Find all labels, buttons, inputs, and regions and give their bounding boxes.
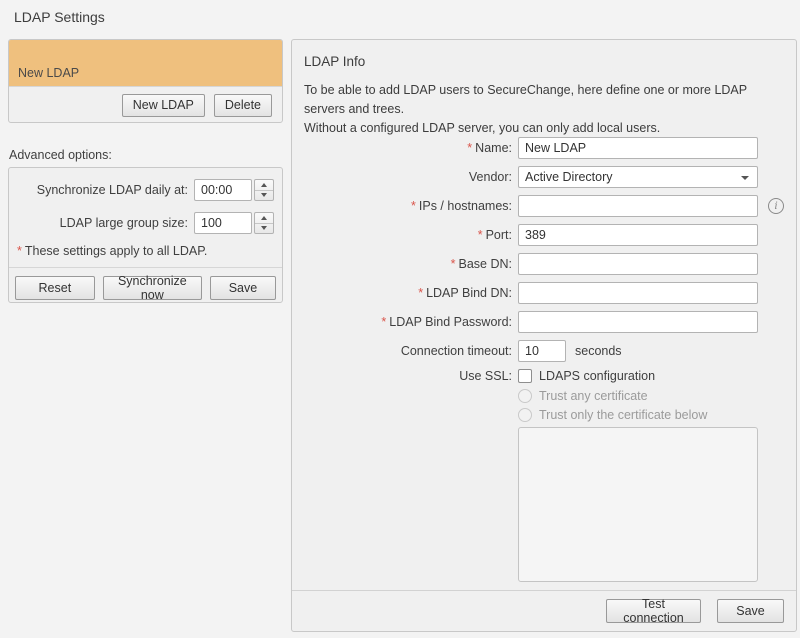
required-asterisk: * bbox=[381, 315, 386, 329]
spinner-down-icon[interactable] bbox=[255, 191, 273, 201]
bind-password-label: *LDAP Bind Password: bbox=[292, 315, 512, 329]
ldap-list-item-selected[interactable]: New LDAP bbox=[9, 40, 282, 86]
timeout-input[interactable] bbox=[518, 340, 566, 362]
chevron-down-icon bbox=[741, 176, 749, 180]
bind-dn-label: *LDAP Bind DN: bbox=[292, 286, 512, 300]
base-dn-input[interactable] bbox=[518, 253, 758, 275]
delete-ldap-button[interactable]: Delete bbox=[214, 94, 272, 117]
reset-button[interactable]: Reset bbox=[15, 276, 95, 300]
bind-dn-row: *LDAP Bind DN: bbox=[292, 282, 796, 304]
required-asterisk: * bbox=[451, 257, 456, 271]
spinner-up-icon[interactable] bbox=[255, 180, 273, 191]
ldap-info-title: LDAP Info bbox=[304, 54, 365, 69]
ldap-info-save-button[interactable]: Save bbox=[717, 599, 784, 623]
advanced-options-title: Advanced options: bbox=[9, 148, 112, 162]
ips-row: *IPs / hostnames: i bbox=[292, 195, 796, 217]
sync-daily-input[interactable] bbox=[194, 179, 252, 201]
ldap-info-description: To be able to add LDAP users to SecureCh… bbox=[304, 81, 790, 137]
required-asterisk: * bbox=[418, 286, 423, 300]
synchronize-now-button[interactable]: Synchronize now bbox=[103, 276, 202, 300]
bind-password-row: *LDAP Bind Password: bbox=[292, 311, 796, 333]
ldap-info-form: *Name: Vendor: Active Directory *IPs / h… bbox=[292, 137, 796, 585]
group-size-spinner[interactable] bbox=[254, 212, 274, 234]
base-dn-label: *Base DN: bbox=[292, 257, 512, 271]
required-asterisk: * bbox=[17, 244, 22, 258]
page-title: LDAP Settings bbox=[14, 9, 105, 25]
divider bbox=[9, 267, 282, 268]
test-connection-button[interactable]: Test connection bbox=[606, 599, 701, 623]
trust-any-radio[interactable] bbox=[518, 389, 532, 403]
base-dn-row: *Base DN: bbox=[292, 253, 796, 275]
info-icon[interactable]: i bbox=[768, 198, 784, 214]
required-asterisk: * bbox=[467, 141, 472, 155]
spinner-up-icon[interactable] bbox=[255, 213, 273, 224]
ips-label: *IPs / hostnames: bbox=[292, 199, 512, 213]
trust-any-row: Trust any certificate bbox=[518, 389, 796, 403]
advanced-button-row: Reset Synchronize now Save bbox=[9, 276, 282, 300]
use-ssl-row: Use SSL: LDAPS configuration bbox=[292, 369, 796, 383]
ldaps-checkbox-label: LDAPS configuration bbox=[539, 369, 655, 383]
advanced-save-button[interactable]: Save bbox=[210, 276, 276, 300]
timeout-row: Connection timeout: seconds bbox=[292, 340, 796, 362]
vendor-select[interactable]: Active Directory bbox=[518, 166, 758, 188]
group-size-input[interactable] bbox=[194, 212, 252, 234]
vendor-row: Vendor: Active Directory bbox=[292, 166, 796, 188]
name-label: *Name: bbox=[292, 141, 512, 155]
vendor-label: Vendor: bbox=[292, 170, 512, 184]
bind-password-input[interactable] bbox=[518, 311, 758, 333]
certificate-textarea[interactable] bbox=[518, 427, 758, 582]
port-input[interactable] bbox=[518, 224, 758, 246]
required-asterisk: * bbox=[411, 199, 416, 213]
group-size-label: LDAP large group size: bbox=[60, 216, 188, 230]
bind-dn-input[interactable] bbox=[518, 282, 758, 304]
advanced-options-panel: Synchronize LDAP daily at: LDAP large gr… bbox=[8, 167, 283, 303]
spinner-down-icon[interactable] bbox=[255, 224, 273, 234]
timeout-suffix: seconds bbox=[575, 344, 622, 358]
ldaps-checkbox[interactable] bbox=[518, 369, 532, 383]
ldap-list-button-row: New LDAP Delete bbox=[9, 86, 282, 123]
required-asterisk: * bbox=[478, 228, 483, 242]
ldap-info-panel: LDAP Info To be able to add LDAP users t… bbox=[291, 39, 797, 632]
ldap-list-panel: New LDAP New LDAP Delete bbox=[8, 39, 283, 123]
sync-daily-row: Synchronize LDAP daily at: bbox=[9, 179, 282, 201]
trust-only-row: Trust only the certificate below bbox=[518, 408, 796, 422]
vendor-selected-value: Active Directory bbox=[525, 170, 613, 184]
port-label: *Port: bbox=[292, 228, 512, 242]
trust-any-label: Trust any certificate bbox=[539, 389, 648, 403]
sync-daily-label: Synchronize LDAP daily at: bbox=[37, 183, 188, 197]
ips-input[interactable] bbox=[518, 195, 758, 217]
name-row: *Name: bbox=[292, 137, 796, 159]
new-ldap-button[interactable]: New LDAP bbox=[122, 94, 205, 117]
name-input[interactable] bbox=[518, 137, 758, 159]
port-row: *Port: bbox=[292, 224, 796, 246]
timeout-label: Connection timeout: bbox=[292, 344, 512, 358]
ldap-list-item-label: New LDAP bbox=[18, 66, 79, 80]
sync-daily-spinner[interactable] bbox=[254, 179, 274, 201]
ldap-info-footer: Test connection Save bbox=[292, 590, 796, 631]
group-size-row: LDAP large group size: bbox=[9, 212, 282, 234]
trust-only-radio[interactable] bbox=[518, 408, 532, 422]
advanced-note: *These settings apply to all LDAP. bbox=[17, 244, 282, 258]
use-ssl-label: Use SSL: bbox=[292, 369, 512, 383]
trust-only-label: Trust only the certificate below bbox=[539, 408, 707, 422]
